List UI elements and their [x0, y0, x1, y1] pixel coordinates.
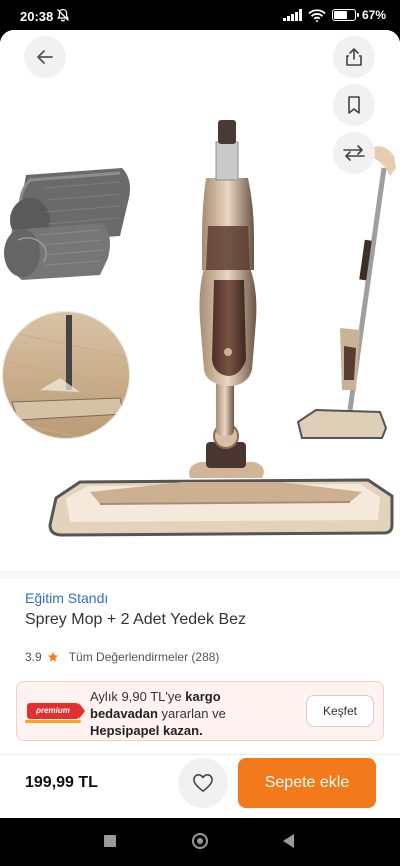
back-button[interactable] — [24, 36, 66, 78]
discover-button[interactable]: Keşfet — [306, 695, 374, 727]
usage-inset-image — [2, 311, 130, 439]
brand-link[interactable]: Eğitim Standı — [25, 590, 108, 606]
side-mop-image — [296, 146, 396, 439]
rating-value: 3.9 — [25, 650, 42, 664]
system-nav-bar — [0, 818, 400, 866]
favorite-button[interactable] — [178, 758, 228, 808]
product-detail-screen: Eğitim Standı Sprey Mop + 2 Adet Yedek B… — [0, 30, 400, 818]
heart-icon — [193, 774, 213, 792]
add-to-cart-button[interactable]: Sepete ekle — [238, 758, 376, 808]
rating-row[interactable]: 3.9 Tüm Değerlendirmeler (288) — [25, 650, 219, 664]
home-icon[interactable] — [192, 833, 208, 849]
battery-level — [333, 11, 347, 19]
status-icons: 67% — [282, 8, 386, 22]
back-arrow-icon — [37, 50, 53, 64]
compare-arrows-icon — [343, 145, 365, 161]
product-title: Sprey Mop + 2 Adet Yedek Bez — [25, 611, 247, 628]
status-time: 20:38 — [20, 9, 54, 24]
bottom-bar-divider — [0, 754, 400, 755]
compare-button[interactable] — [333, 132, 375, 174]
promo-text: Aylık 9,90 TL'ye kargo bedavadan yararla… — [90, 689, 226, 738]
nav-back-icon[interactable] — [283, 834, 294, 848]
battery-percent: 67% — [361, 8, 386, 22]
bookmark-button[interactable] — [333, 84, 375, 126]
battery-icon — [331, 9, 359, 21]
premium-promo-banner: premium Aylık 9,90 TL'ye kargo bedavadan… — [16, 681, 384, 741]
price: 199,99 TL — [25, 774, 98, 791]
status-bar: 20:38 67% — [0, 0, 400, 30]
reviews-link[interactable]: Tüm Değerlendirmeler (288) — [69, 650, 220, 664]
premium-badge: premium — [25, 703, 85, 723]
wifi-icon — [308, 8, 326, 22]
product-image-gallery[interactable] — [0, 30, 400, 570]
star-icon — [47, 652, 58, 662]
share-icon — [346, 48, 362, 66]
recents-icon[interactable] — [104, 835, 116, 847]
bell-off-icon — [56, 8, 70, 22]
share-button[interactable] — [333, 36, 375, 78]
bookmark-icon — [348, 96, 360, 114]
signal-icon — [282, 9, 302, 21]
spare-pads-image — [4, 168, 130, 280]
section-divider — [0, 571, 400, 579]
